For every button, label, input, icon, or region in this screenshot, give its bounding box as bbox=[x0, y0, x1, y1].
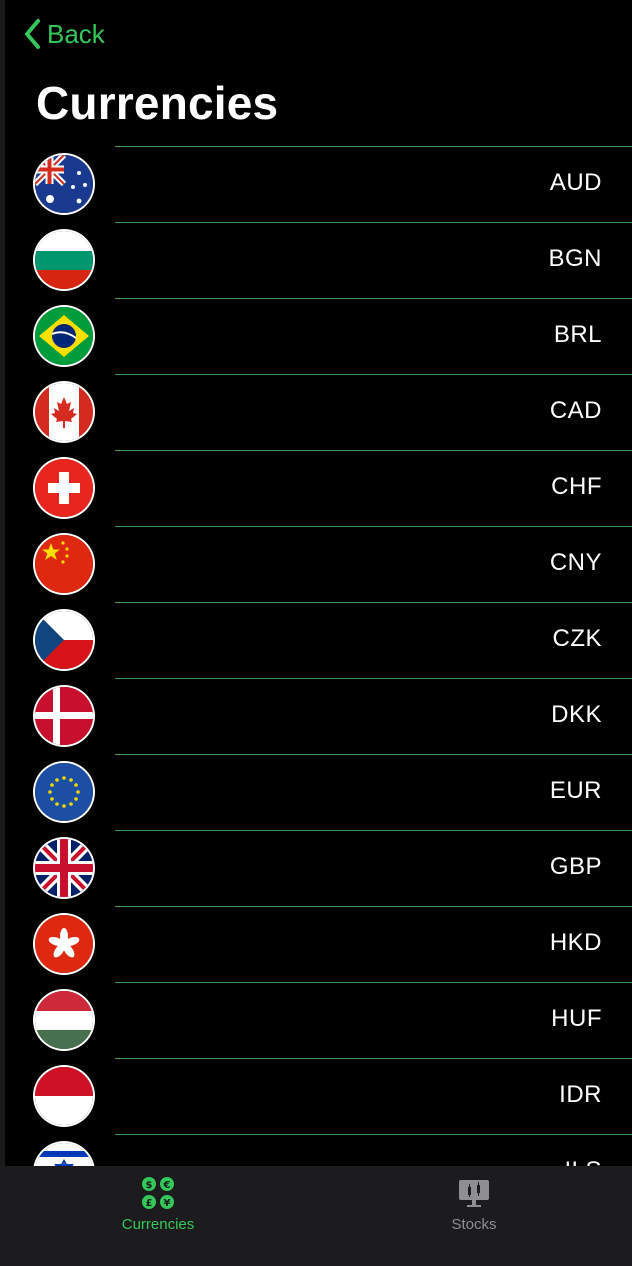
currency-row-chf[interactable]: CHF bbox=[5, 450, 632, 526]
currency-code: CHF bbox=[551, 473, 602, 500]
china-flag-icon bbox=[35, 535, 93, 593]
currency-code: BRL bbox=[553, 321, 602, 348]
svg-text:$: $ bbox=[146, 1180, 153, 1191]
row-separator bbox=[115, 982, 632, 983]
currency-code: CAD bbox=[549, 397, 602, 424]
currency-code: BGN bbox=[548, 245, 602, 272]
currency-list[interactable]: AUD BGN BRL CAD CHF CNY CZK DKK EUR GBP … bbox=[5, 146, 632, 1166]
czech-flag-icon bbox=[35, 611, 93, 669]
denmark-flag-icon bbox=[35, 687, 93, 745]
currency-row-aud[interactable]: AUD bbox=[5, 146, 632, 222]
svg-text:¥: ¥ bbox=[164, 1198, 171, 1209]
currency-row-brl[interactable]: BRL bbox=[5, 298, 632, 374]
currency-row-eur[interactable]: EUR bbox=[5, 754, 632, 830]
svg-text:£: £ bbox=[146, 1198, 153, 1209]
row-separator bbox=[115, 526, 632, 527]
tab-stocks[interactable]: Stocks bbox=[316, 1176, 632, 1233]
currency-row-bgn[interactable]: BGN bbox=[5, 222, 632, 298]
hong-kong-flag-icon bbox=[35, 915, 93, 973]
row-separator bbox=[115, 602, 632, 603]
hungary-flag-icon bbox=[35, 991, 93, 1049]
currency-code: CZK bbox=[552, 625, 602, 652]
currency-code: GBP bbox=[549, 853, 602, 880]
row-separator bbox=[115, 450, 632, 451]
eu-flag-icon bbox=[35, 763, 93, 821]
currency-row-hkd[interactable]: HKD bbox=[5, 906, 632, 982]
currency-row-huf[interactable]: HUF bbox=[5, 982, 632, 1058]
currency-code: AUD bbox=[549, 169, 602, 196]
switzerland-flag-icon bbox=[35, 459, 93, 517]
uk-flag-icon bbox=[35, 839, 93, 897]
currency-row-idr[interactable]: IDR bbox=[5, 1058, 632, 1134]
currency-row-gbp[interactable]: GBP bbox=[5, 830, 632, 906]
currency-code: DKK bbox=[551, 701, 602, 728]
canada-flag-icon bbox=[35, 383, 93, 441]
currency-row-dkk[interactable]: DKK bbox=[5, 678, 632, 754]
back-button[interactable]: Back bbox=[23, 16, 105, 52]
brazil-flag-icon bbox=[35, 307, 93, 365]
screen: Back Currencies AUD BGN BRL CAD CHF CNY … bbox=[5, 0, 632, 1266]
stock-chart-icon bbox=[459, 1180, 489, 1207]
row-separator bbox=[115, 1058, 632, 1059]
currency-code: HUF bbox=[551, 1005, 602, 1032]
currency-code: HKD bbox=[549, 929, 602, 956]
bulgaria-flag-icon bbox=[35, 231, 93, 289]
currency-row-cny[interactable]: CNY bbox=[5, 526, 632, 602]
currency-code: EUR bbox=[549, 777, 602, 804]
tab-bar: $ € £ ¥ Currencies Stocks bbox=[0, 1166, 632, 1266]
tab-label: Stocks bbox=[451, 1216, 497, 1233]
tab-label: Currencies bbox=[121, 1216, 195, 1233]
currency-row-cad[interactable]: CAD bbox=[5, 374, 632, 450]
row-separator bbox=[115, 754, 632, 755]
australia-flag-icon bbox=[35, 155, 93, 213]
currency-row-czk[interactable]: CZK bbox=[5, 602, 632, 678]
israel-flag-icon bbox=[35, 1143, 93, 1166]
row-separator bbox=[115, 906, 632, 907]
row-separator bbox=[115, 678, 632, 679]
row-separator bbox=[115, 146, 632, 147]
currency-code: ILS bbox=[564, 1157, 602, 1166]
currency-code: IDR bbox=[559, 1081, 602, 1108]
currency-code: CNY bbox=[549, 549, 602, 576]
row-separator bbox=[115, 830, 632, 831]
svg-text:€: € bbox=[163, 1180, 171, 1191]
row-separator bbox=[115, 374, 632, 375]
tab-currencies[interactable]: $ € £ ¥ Currencies bbox=[0, 1176, 316, 1233]
row-separator bbox=[115, 1134, 632, 1135]
page-title: Currencies bbox=[36, 77, 279, 129]
currency-exchange-icon: $ € £ ¥ bbox=[142, 1177, 174, 1209]
indonesia-flag-icon bbox=[35, 1067, 93, 1125]
chevron-left-icon bbox=[25, 19, 40, 49]
row-separator bbox=[115, 298, 632, 299]
back-label: Back bbox=[47, 18, 105, 49]
currency-row-ils[interactable]: ILS bbox=[5, 1134, 632, 1166]
row-separator bbox=[115, 222, 632, 223]
